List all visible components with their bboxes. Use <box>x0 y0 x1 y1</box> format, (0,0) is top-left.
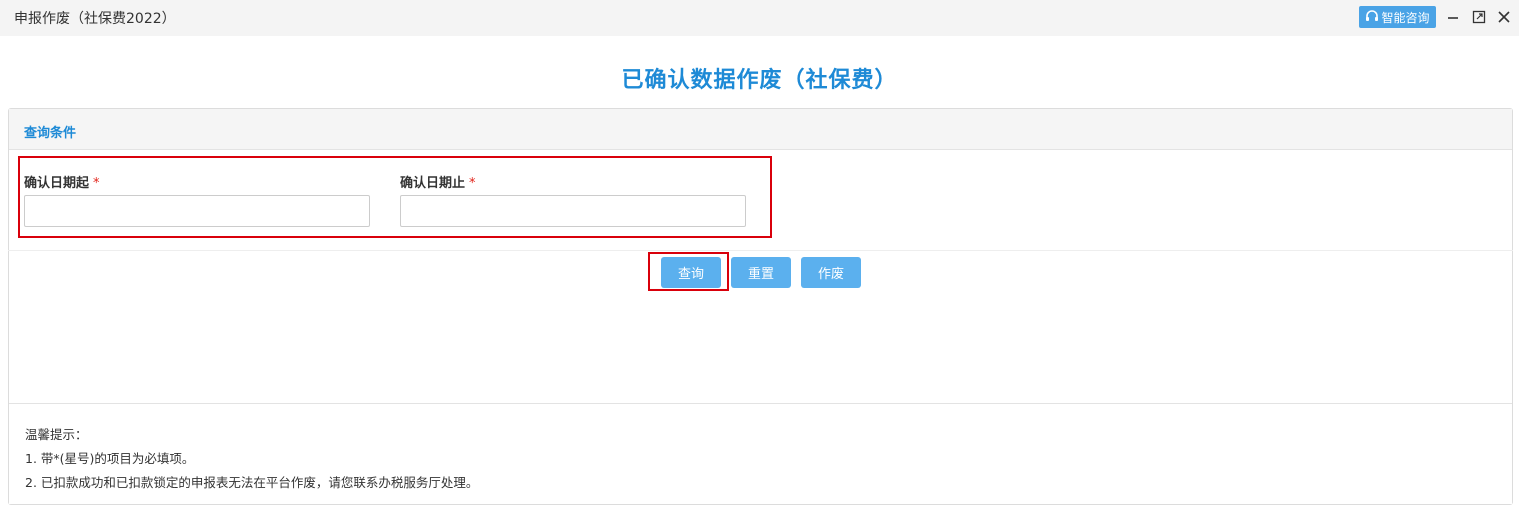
divider <box>8 250 1513 251</box>
window-titlebar: 申报作废（社保费2022） 智能咨询 <box>0 0 1519 36</box>
window-title: 申报作废（社保费2022） <box>14 11 176 27</box>
query-panel-title: 查询条件 <box>24 126 77 141</box>
page-title: 已确认数据作废（社保费） <box>621 68 898 93</box>
tips-section: 温馨提示： 1. 带*(星号)的项目为必填项。 2. 已扣款成功和已扣款锁定的申… <box>9 403 1512 504</box>
start-date-label-text: 确认日期起 <box>24 176 90 191</box>
smart-consult-button[interactable]: 智能咨询 <box>1359 6 1436 28</box>
minimize-icon[interactable] <box>1444 8 1462 26</box>
end-date-label: 确认日期止 * <box>400 172 476 191</box>
required-mark: * <box>469 176 476 191</box>
tips-title: 温馨提示： <box>25 427 88 442</box>
maximize-icon[interactable] <box>1470 8 1488 26</box>
query-button[interactable]: 查询 <box>661 257 721 288</box>
headset-icon <box>1365 10 1379 24</box>
required-mark: * <box>93 176 100 191</box>
void-button[interactable]: 作废 <box>801 257 861 288</box>
start-date-input[interactable] <box>24 195 370 227</box>
end-date-input[interactable] <box>400 195 746 227</box>
close-icon[interactable] <box>1495 8 1513 26</box>
start-date-label: 确认日期起 * <box>24 172 100 191</box>
reset-button[interactable]: 重置 <box>731 257 791 288</box>
smart-consult-label: 智能咨询 <box>1381 10 1430 25</box>
query-panel-header: 查询条件 <box>9 109 1512 150</box>
tips-item: 1. 带*(星号)的项目为必填项。 <box>25 451 195 466</box>
tips-item: 2. 已扣款成功和已扣款锁定的申报表无法在平台作废，请您联系办税服务厅处理。 <box>25 475 479 490</box>
end-date-label-text: 确认日期止 <box>400 176 466 191</box>
